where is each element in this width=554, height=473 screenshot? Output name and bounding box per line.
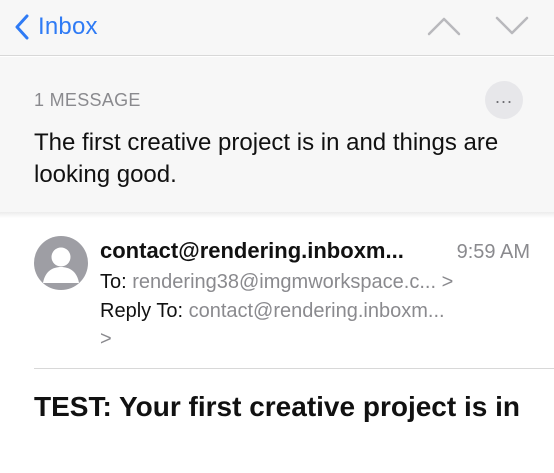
sender-row: contact@rendering.inboxm... 9:59 AM xyxy=(100,238,530,268)
chevron-left-icon xyxy=(8,6,36,48)
back-label: Inbox xyxy=(38,13,98,40)
header-divider xyxy=(34,368,554,369)
section-divider xyxy=(0,212,554,218)
sender-address[interactable]: contact@rendering.inboxm... xyxy=(100,238,404,264)
next-message-button[interactable] xyxy=(490,10,534,46)
message-time: 9:59 AM xyxy=(456,241,530,263)
reply-to-label: Reply To: xyxy=(100,300,184,322)
navigation-bar: Inbox xyxy=(0,0,554,56)
reply-to-value: contact@rendering.inboxm... xyxy=(188,300,445,322)
ellipsis-icon: ... xyxy=(494,87,513,107)
to-value: rendering38@imgmworkspace.c... > xyxy=(132,271,454,293)
previous-message-button[interactable] xyxy=(422,10,466,46)
to-label: To: xyxy=(100,271,127,293)
person-icon xyxy=(43,247,79,283)
thread-subject: The first creative project is in and thi… xyxy=(34,129,499,188)
back-to-inbox-button[interactable]: Inbox xyxy=(8,6,98,48)
more-options-button[interactable]: ... xyxy=(485,81,523,119)
message-count: 1 MESSAGE xyxy=(34,90,141,110)
reply-to-line[interactable]: Reply To: contact@rendering.inboxm... xyxy=(100,298,445,324)
email-subject: TEST: Your first creative project is in xyxy=(34,391,520,422)
chevron-up-icon xyxy=(427,16,461,41)
thread-header: 1 MESSAGE ... The first creative project… xyxy=(0,57,554,215)
recipient-line[interactable]: To: rendering38@imgmworkspace.c... > xyxy=(100,269,453,295)
chevron-down-icon xyxy=(495,16,529,41)
sender-avatar[interactable] xyxy=(34,236,88,290)
reply-to-expand-chevron[interactable]: > xyxy=(100,326,112,352)
